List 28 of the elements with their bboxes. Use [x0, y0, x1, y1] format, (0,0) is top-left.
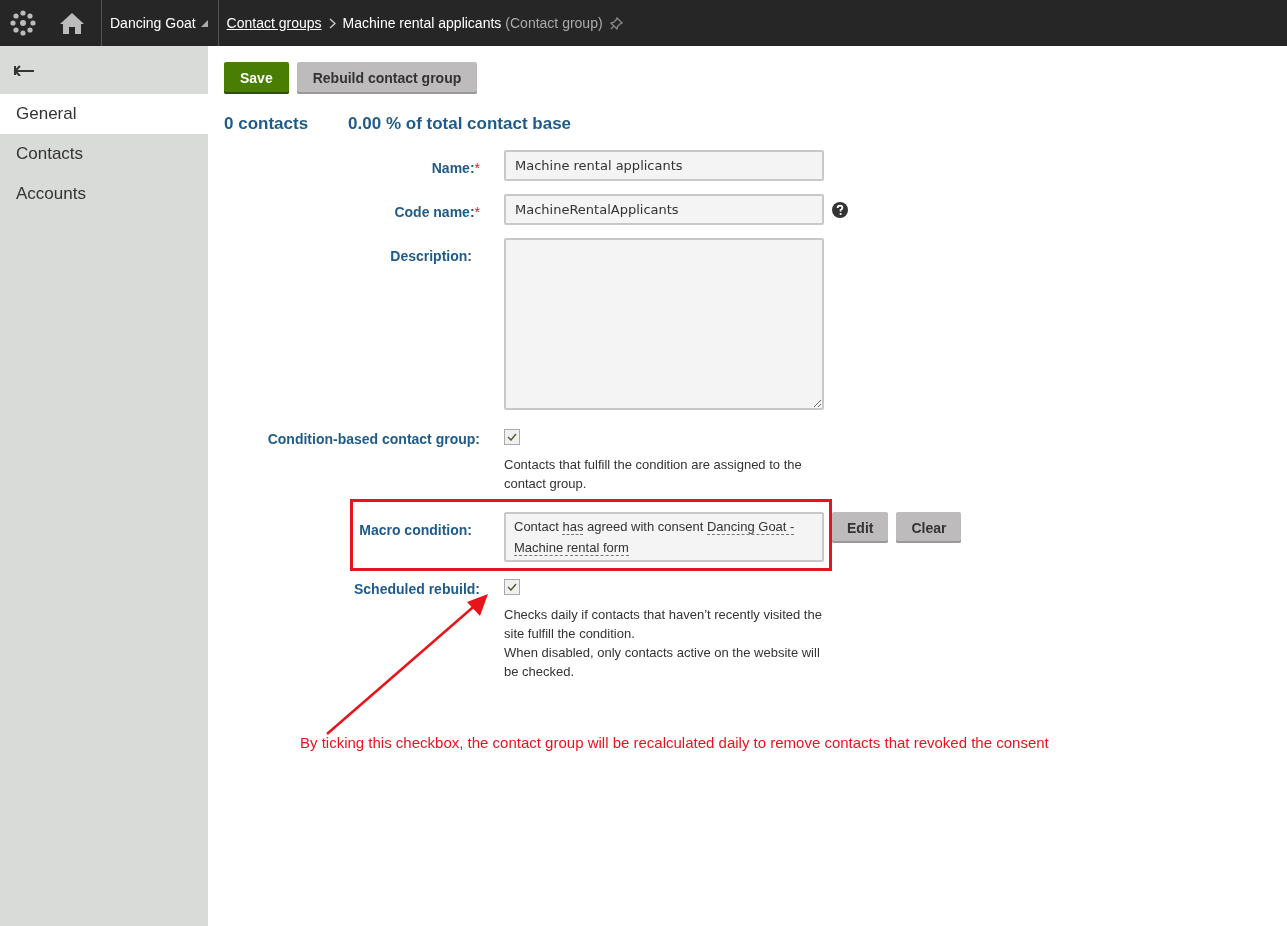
help-text: Contacts that fulfill the condition are assigned to the contact group. [504, 456, 803, 493]
sidebar-item[interactable]: General [0, 94, 208, 134]
text-field[interactable]: Machine rental applicants [504, 150, 824, 181]
help-text: Checks daily if contacts that haven’t recently visited the site fulfill the condition. [504, 606, 823, 643]
stat-text: 0 contacts [224, 114, 309, 134]
field-label: Code name: [394, 204, 475, 220]
field-label: Condition-based contact group: [267, 431, 480, 447]
save-button[interactable]: Save [224, 62, 289, 94]
edit-button[interactable]: Edit [832, 512, 889, 543]
field-label: Name: [431, 160, 475, 176]
help-text: When disabled, only contacts active on the website will be checked. [504, 644, 821, 681]
sidebar-item[interactable]: Accounts [0, 174, 208, 214]
annotation-text: By ticking this checkbox, the contact group will be recalculated daily to remove contacts that revoked the consent [300, 734, 1049, 751]
breadcrumb-current: Machine rental applicants [342, 15, 502, 31]
site-selector[interactable]: Dancing Goat [110, 15, 196, 31]
macro-condition-field[interactable]: Contact has agreed with consent Dancing Goat - Machine rental form [504, 512, 824, 562]
breadcrumb-type: (Contact group) [505, 15, 603, 31]
breadcrumb-link[interactable]: Contact groups [226, 15, 322, 31]
text-field[interactable]: MachineRentalApplicants [504, 194, 824, 225]
required-mark: * [474, 204, 480, 220]
field-label: Scheduled rebuild: [354, 581, 480, 597]
sidebar-item[interactable]: Contacts [0, 134, 208, 174]
clear-button[interactable]: Clear [896, 512, 962, 543]
field-label: Macro condition: [359, 522, 472, 538]
rebuild-button[interactable]: Rebuild contact group [296, 62, 478, 94]
field-label: Description: [390, 248, 472, 264]
required-mark: * [474, 160, 480, 176]
stat-text: 0.00 % of total contact base [348, 114, 572, 134]
